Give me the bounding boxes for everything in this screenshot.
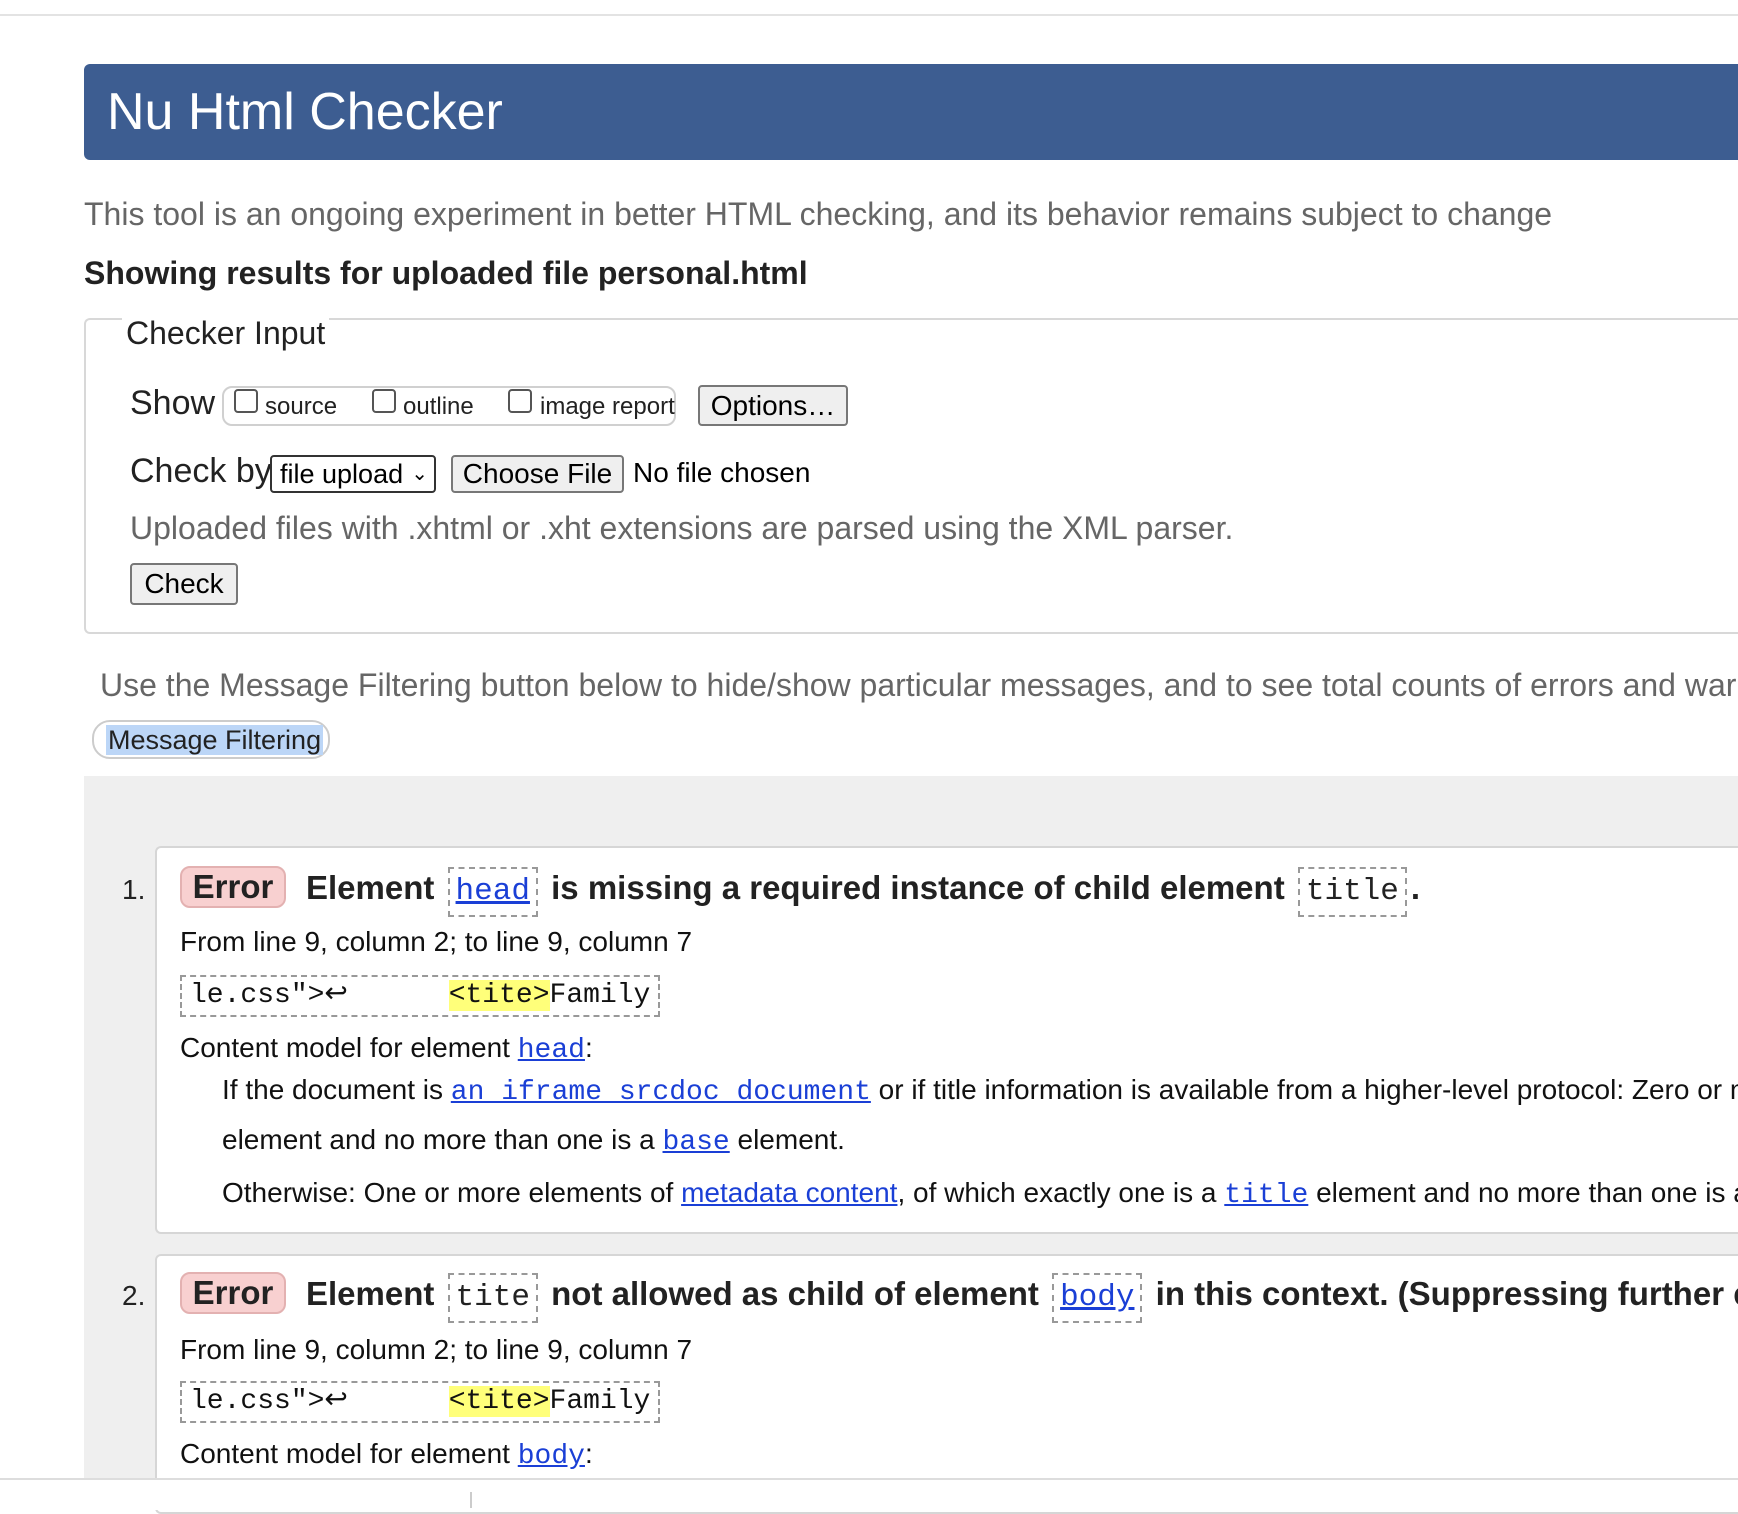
check-by-select[interactable]: file upload ⌄ bbox=[270, 455, 436, 493]
page-title: Nu Html Checker bbox=[107, 83, 503, 141]
bottom-edge bbox=[0, 1478, 1738, 1510]
line1-text-b: or if title information is available fro… bbox=[878, 1074, 1738, 1105]
message-location: From line 9, column 2; to line 9, column… bbox=[180, 1334, 693, 1365]
extract-after: Family bbox=[549, 1386, 651, 1417]
message-title-mid: not allowed as child of element bbox=[551, 1275, 1039, 1312]
line2-text-a: element and no more than one is a bbox=[222, 1124, 655, 1155]
content-model-prefix: Content model for element bbox=[180, 1438, 510, 1469]
iframe-srcdoc-link[interactable]: an iframe srcdoc document bbox=[450, 1074, 871, 1108]
message-filtering-note: Use the Message Filtering button below t… bbox=[100, 667, 1737, 703]
message-title-end: . bbox=[1410, 869, 1421, 906]
content-model-element-link[interactable]: body bbox=[518, 1441, 585, 1472]
content-model-colon: : bbox=[584, 1032, 593, 1063]
top-border bbox=[0, 14, 1738, 16]
results-title: Showing results for uploaded file person… bbox=[84, 255, 808, 291]
title-element-link[interactable]: title bbox=[1224, 1180, 1308, 1211]
line3-text-c: element and no more than one is a bbox=[1316, 1177, 1738, 1208]
source-checkbox-label[interactable]: source bbox=[265, 393, 337, 421]
message-title-mid: is missing a required instance of child … bbox=[551, 869, 1285, 906]
error-badge: Error bbox=[180, 1272, 286, 1314]
message-number: 2. bbox=[122, 1280, 146, 1311]
content-model-prefix: Content model for element bbox=[180, 1032, 510, 1063]
metadata-content-link[interactable]: metadata content bbox=[681, 1177, 897, 1208]
content-model-heading: Content model for element head: bbox=[180, 1032, 593, 1066]
bottom-divider bbox=[470, 1492, 472, 1508]
image-report-checkbox-label[interactable]: image report bbox=[540, 393, 675, 421]
element-code: title bbox=[1297, 867, 1407, 917]
content-model-line-2: element and no more than one is a base e… bbox=[222, 1124, 845, 1158]
message-number: 1. bbox=[122, 874, 146, 905]
content-model-heading: Content model for element body: bbox=[180, 1438, 593, 1472]
outline-checkbox-label[interactable]: outline bbox=[403, 393, 474, 421]
extract-before: le.css">↩ bbox=[190, 1386, 449, 1417]
element-code: tite bbox=[447, 1273, 538, 1323]
check-by-label: Check by bbox=[130, 452, 272, 490]
message-filtering-button[interactable]: Message Filtering bbox=[92, 720, 330, 759]
show-label: Show bbox=[130, 384, 216, 422]
outline-checkbox[interactable] bbox=[372, 389, 396, 413]
content-model-element-link[interactable]: head bbox=[518, 1035, 585, 1066]
choose-file-button[interactable]: Choose File bbox=[451, 455, 624, 493]
message-title: Element tite not allowed as child of ele… bbox=[306, 1271, 1738, 1323]
element-code: body bbox=[1052, 1273, 1143, 1323]
checker-input-legend: Checker Input bbox=[122, 313, 330, 353]
source-extract: le.css">↩ <tite>Family bbox=[180, 1381, 660, 1423]
source-extract: le.css">↩ <tite>Family bbox=[180, 975, 660, 1017]
content-model-colon: : bbox=[584, 1438, 593, 1469]
no-file-chosen-text: No file chosen bbox=[633, 457, 811, 488]
content-model-line-1: If the document is an iframe srcdoc docu… bbox=[222, 1074, 1738, 1108]
line3-text-b: , of which exactly one is a bbox=[897, 1177, 1217, 1208]
check-button[interactable]: Check bbox=[130, 563, 238, 605]
parser-note: Uploaded files with .xhtml or .xht exten… bbox=[130, 510, 1234, 546]
line1-text-a: If the document is bbox=[222, 1074, 444, 1105]
message-location: From line 9, column 2; to line 9, column… bbox=[180, 926, 693, 957]
content-model-line-3: Otherwise: One or more elements of metad… bbox=[222, 1177, 1738, 1211]
chevron-down-icon: ⌄ bbox=[411, 463, 428, 485]
body-element-link[interactable]: body bbox=[1060, 1280, 1134, 1315]
source-checkbox[interactable] bbox=[234, 389, 258, 413]
options-button[interactable]: Options… bbox=[698, 385, 848, 426]
extract-highlight: <tite> bbox=[448, 980, 550, 1011]
iframe-srcdoc-link-text: an iframe srcdoc document bbox=[450, 1077, 871, 1108]
error-badge: Error bbox=[180, 866, 286, 908]
line2-text-b: element. bbox=[737, 1124, 845, 1155]
check-by-selected-value: file upload bbox=[280, 459, 404, 489]
line3-text-a: Otherwise: One or more elements of bbox=[222, 1177, 674, 1208]
element-code: head bbox=[447, 867, 538, 917]
message-title-end: in this context. (Suppressing further er… bbox=[1155, 1275, 1738, 1312]
message-title-prefix: Element bbox=[306, 1275, 435, 1312]
base-element-link[interactable]: base bbox=[663, 1127, 730, 1158]
intro-text: This tool is an ongoing experiment in be… bbox=[84, 196, 1553, 232]
message-title: Element head is missing a required insta… bbox=[306, 865, 1420, 917]
extract-before: le.css">↩ bbox=[190, 980, 449, 1011]
message-filtering-label: Message Filtering bbox=[106, 725, 324, 755]
extract-highlight: <tite> bbox=[448, 1386, 550, 1417]
message-title-prefix: Element bbox=[306, 869, 435, 906]
image-report-checkbox[interactable] bbox=[508, 389, 532, 413]
page-header: Nu Html Checker bbox=[84, 64, 1738, 160]
head-element-link[interactable]: head bbox=[456, 874, 530, 909]
extract-after: Family bbox=[549, 980, 651, 1011]
